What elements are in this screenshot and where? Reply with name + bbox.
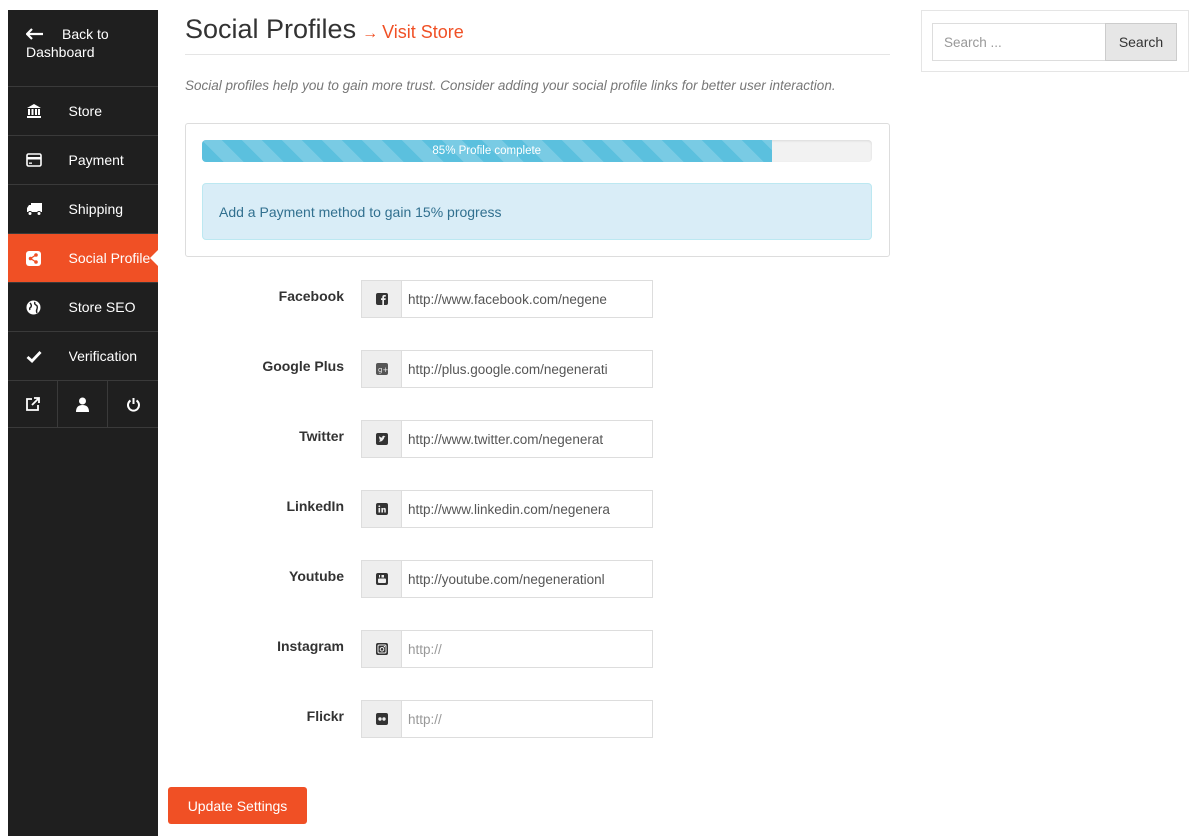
progress-label: 85% Profile complete	[432, 145, 542, 157]
user-icon[interactable]	[58, 381, 108, 427]
form-row-linkedin: LinkedIn	[185, 479, 890, 549]
arrow-left-icon	[26, 28, 62, 40]
field-label-flickr: Flickr	[306, 708, 344, 724]
youtube-input-group	[361, 560, 653, 598]
field-label-facebook: Facebook	[278, 288, 344, 304]
form-row-google-plus: Google Plus g+	[185, 339, 890, 409]
sidebar-item-payment[interactable]: Payment	[8, 136, 158, 185]
search-button[interactable]: Search	[1105, 23, 1177, 61]
main-content: Social Profiles → Visit Store Social pro…	[185, 10, 890, 759]
form-row-facebook: Facebook	[185, 269, 890, 339]
google-plus-url-input[interactable]	[402, 351, 652, 387]
back-label-line2: Dashboard	[26, 44, 95, 60]
update-settings-button[interactable]: Update Settings	[168, 787, 307, 824]
instagram-url-input[interactable]	[402, 631, 652, 667]
sidebar-item-store[interactable]: Store	[8, 87, 158, 136]
sidebar-item-label: Store SEO	[68, 299, 136, 315]
sidebar-item-verification[interactable]: Verification	[8, 332, 158, 381]
bank-icon	[26, 103, 55, 119]
facebook-input-group	[361, 280, 653, 318]
facebook-icon	[362, 281, 402, 317]
intro-text: Social profiles help you to gain more tr…	[185, 78, 836, 93]
back-to-dashboard-link[interactable]: Back to Dashboard	[8, 10, 158, 87]
field-label-youtube: Youtube	[289, 568, 344, 584]
progress-bar: 85% Profile complete	[202, 140, 872, 162]
sidebar: Back to Dashboard Store Payment Shipping…	[8, 10, 159, 836]
sidebar-item-store-seo[interactable]: Store SEO	[8, 283, 158, 332]
progress-hint-alert: Add a Payment method to gain 15% progres…	[202, 183, 872, 240]
form-row-flickr: Flickr	[185, 689, 890, 759]
power-icon[interactable]	[108, 381, 158, 427]
flickr-input-group	[361, 700, 653, 738]
field-label-twitter: Twitter	[299, 428, 344, 444]
twitter-input-group	[361, 420, 653, 458]
youtube-url-input[interactable]	[402, 561, 652, 597]
page-header: Social Profiles → Visit Store	[185, 10, 890, 55]
field-label-google-plus: Google Plus	[262, 358, 344, 374]
search-input[interactable]	[932, 23, 1105, 61]
search-widget: Search	[921, 10, 1189, 72]
profile-progress-panel: 85% Profile complete Add a Payment metho…	[185, 123, 890, 257]
svg-text:g+: g+	[378, 366, 388, 374]
page-title: Social Profiles	[185, 14, 357, 44]
youtube-icon	[362, 561, 402, 597]
sidebar-item-label: Social Profile	[68, 250, 151, 266]
sidebar-item-label: Verification	[68, 348, 138, 364]
twitter-icon	[362, 421, 402, 457]
credit-card-icon	[26, 153, 55, 167]
check-icon	[26, 350, 55, 363]
field-label-instagram: Instagram	[277, 638, 344, 654]
back-label-line1: Back to	[62, 26, 109, 42]
form-row-youtube: Youtube	[185, 549, 890, 619]
instagram-icon	[362, 631, 402, 667]
google-plus-icon: g+	[362, 351, 402, 387]
external-link-icon[interactable]	[8, 381, 58, 427]
sidebar-item-label: Payment	[68, 152, 124, 168]
twitter-url-input[interactable]	[402, 421, 652, 457]
progress-hint: Add a Payment method to gain 15% progres…	[219, 203, 502, 220]
visit-store-link[interactable]: Visit Store	[382, 22, 464, 43]
linkedin-input-group	[361, 490, 653, 528]
sidebar-item-label: Store	[68, 103, 103, 119]
sidebar-item-shipping[interactable]: Shipping	[8, 185, 158, 234]
flickr-icon	[362, 701, 402, 737]
social-profile-form: Facebook Google Plus g+ Twitter	[185, 269, 890, 759]
truck-icon	[26, 202, 55, 216]
linkedin-icon	[362, 491, 402, 527]
facebook-url-input[interactable]	[402, 281, 652, 317]
share-icon	[26, 250, 55, 266]
google-plus-input-group: g+	[361, 350, 653, 388]
globe-icon	[26, 300, 55, 315]
linkedin-url-input[interactable]	[402, 491, 652, 527]
form-row-twitter: Twitter	[185, 409, 890, 479]
sidebar-item-social-profile[interactable]: Social Profile	[8, 234, 159, 283]
form-row-instagram: Instagram	[185, 619, 890, 689]
instagram-input-group	[361, 630, 653, 668]
sidebar-bottom-actions	[8, 381, 158, 428]
field-label-linkedin: LinkedIn	[286, 498, 344, 514]
flickr-url-input[interactable]	[402, 701, 652, 737]
sidebar-item-label: Shipping	[68, 201, 124, 217]
progress-fill: 85% Profile complete	[202, 140, 772, 162]
arrow-right-icon: →	[362, 25, 379, 42]
